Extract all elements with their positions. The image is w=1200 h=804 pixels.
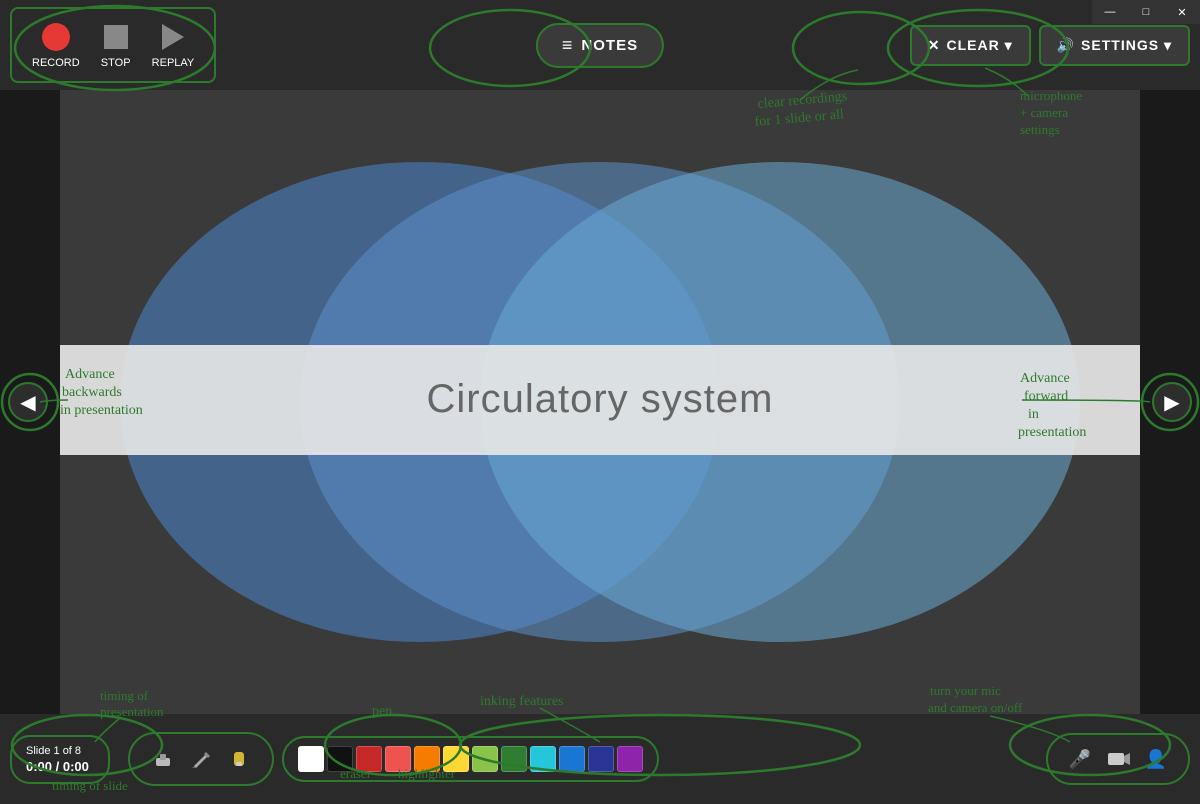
microphone-button[interactable]: 🎤 <box>1064 743 1096 775</box>
top-bar: RECORD STOP REPLAY ≡ NOTES ✕ CLEAR ▾ 🔊 S… <box>0 0 1200 90</box>
color-swatch-yellow[interactable] <box>443 746 469 772</box>
stop-label: STOP <box>101 57 131 69</box>
slide-area: Circulatory system <box>60 90 1140 714</box>
color-swatch-navy[interactable] <box>588 746 614 772</box>
highlighter-icon <box>228 748 250 770</box>
media-controls: 🎤 👤 <box>1046 733 1190 785</box>
stop-button[interactable]: STOP <box>92 17 140 73</box>
stop-icon <box>100 21 132 53</box>
color-swatch-red[interactable] <box>385 746 411 772</box>
color-swatch-black[interactable] <box>327 746 353 772</box>
settings-label: SETTINGS ▾ <box>1081 37 1172 54</box>
nav-next-button[interactable]: ▶ <box>1152 382 1192 422</box>
svg-text:Circulatory system: Circulatory system <box>427 377 774 421</box>
record-button[interactable]: RECORD <box>24 17 88 73</box>
slide-info: Slide 1 of 8 0:00 / 0:00 <box>10 735 110 784</box>
eraser-tool[interactable] <box>146 742 180 776</box>
settings-button[interactable]: 🔊 SETTINGS ▾ <box>1039 25 1190 66</box>
maximize-button[interactable]: □ <box>1128 0 1164 24</box>
replay-button[interactable]: REPLAY <box>144 17 203 73</box>
slide-number: Slide 1 of 8 <box>26 745 94 757</box>
color-swatch-blue[interactable] <box>559 746 585 772</box>
camera-icon <box>1106 749 1130 769</box>
color-swatch-orange[interactable] <box>414 746 440 772</box>
color-swatch-dark-red[interactable] <box>356 746 382 772</box>
replay-label: REPLAY <box>152 57 195 69</box>
right-controls: ✕ CLEAR ▾ 🔊 SETTINGS ▾ <box>910 25 1190 66</box>
drawing-tools <box>128 732 274 786</box>
pen-tool[interactable] <box>184 742 218 776</box>
user-button[interactable]: 👤 <box>1140 743 1172 775</box>
camera-button[interactable] <box>1102 743 1134 775</box>
record-label: RECORD <box>32 57 80 69</box>
chevron-left-icon: ◀ <box>20 390 35 415</box>
nav-prev-button[interactable]: ◀ <box>8 382 48 422</box>
color-swatch-light-green[interactable] <box>472 746 498 772</box>
bottom-bar: Slide 1 of 8 0:00 / 0:00 🎤 <box>0 714 1200 804</box>
color-swatch-white[interactable] <box>298 746 324 772</box>
venn-diagram: Circulatory system <box>60 90 1140 714</box>
clear-x-icon: ✕ <box>928 37 941 54</box>
color-swatch-cyan[interactable] <box>530 746 556 772</box>
minimize-button[interactable]: — <box>1092 0 1128 24</box>
notes-button[interactable]: ≡ NOTES <box>536 23 664 68</box>
color-swatches <box>282 736 659 782</box>
clear-label: CLEAR ▾ <box>946 37 1012 54</box>
window-chrome: — □ ✕ <box>1092 0 1200 24</box>
notes-icon: ≡ <box>562 35 574 56</box>
close-button[interactable]: ✕ <box>1164 0 1200 24</box>
eraser-icon <box>152 748 174 770</box>
settings-icon: 🔊 <box>1057 37 1075 54</box>
record-icon <box>40 21 72 53</box>
record-controls: RECORD STOP REPLAY <box>10 7 216 83</box>
color-swatch-green[interactable] <box>501 746 527 772</box>
clear-button[interactable]: ✕ CLEAR ▾ <box>910 25 1031 66</box>
pen-icon <box>190 748 212 770</box>
notes-label: NOTES <box>581 37 638 54</box>
replay-icon <box>157 21 189 53</box>
slide-time: 0:00 / 0:00 <box>26 759 94 774</box>
highlighter-tool[interactable] <box>222 742 256 776</box>
chevron-right-icon: ▶ <box>1164 390 1179 415</box>
color-swatch-purple[interactable] <box>617 746 643 772</box>
